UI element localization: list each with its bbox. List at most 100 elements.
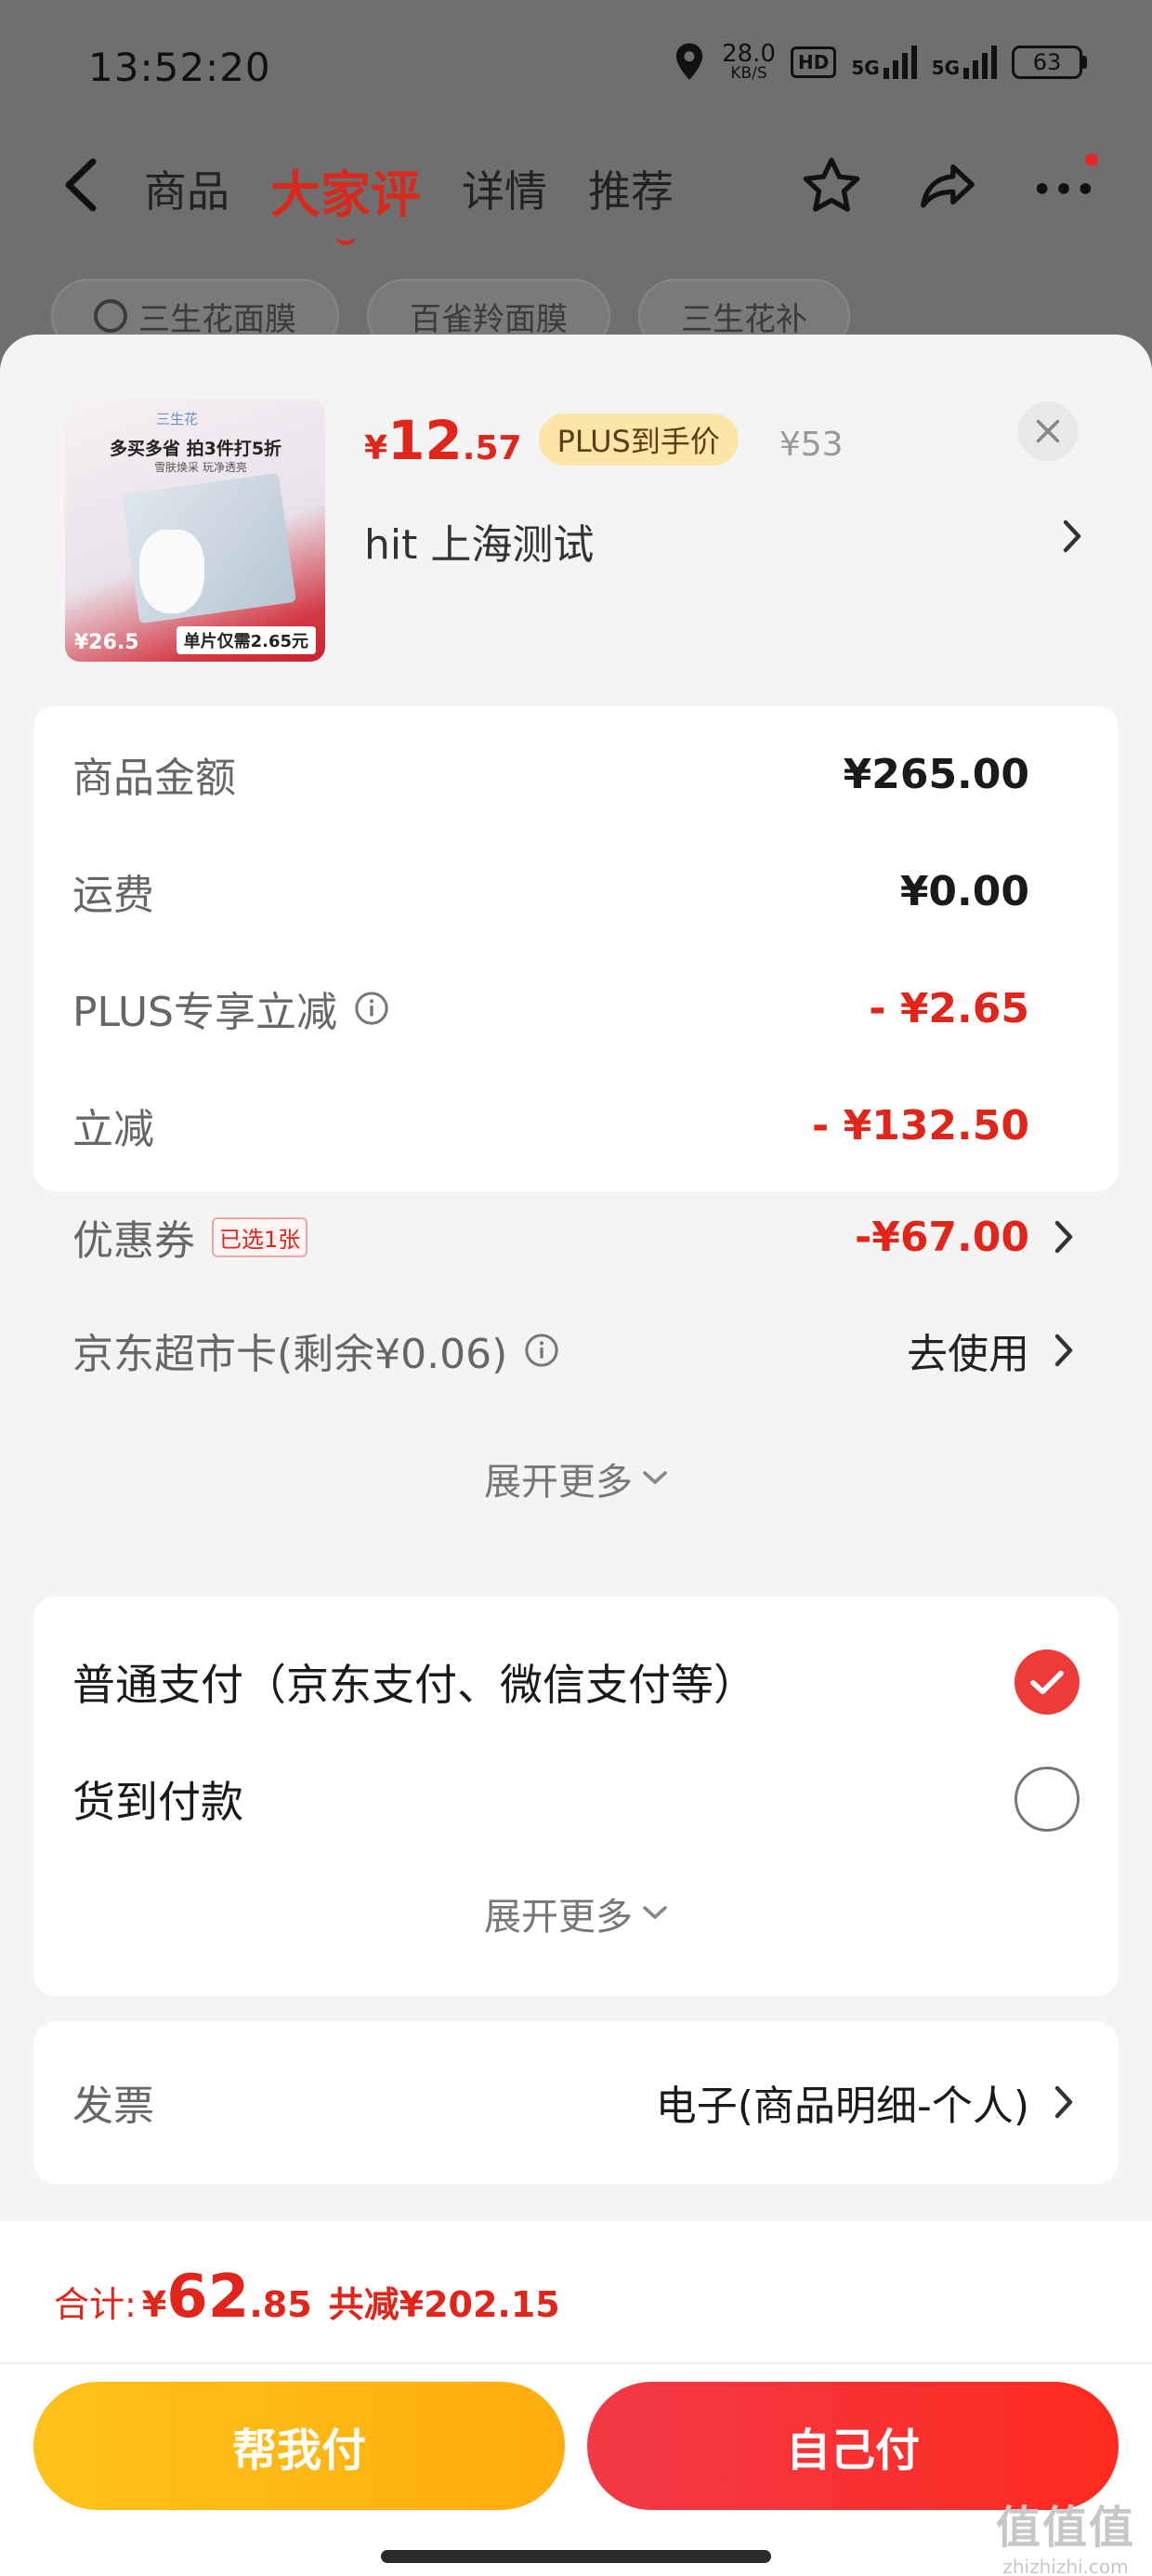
chip-label: 百雀羚面膜	[410, 300, 568, 338]
total-decimal: .85	[249, 2284, 312, 2325]
thumb-brand: 三生花	[156, 411, 199, 427]
search-icon	[94, 299, 127, 333]
invoice-label: 发票	[72, 2083, 154, 2130]
row-supermarket-card[interactable]: 京东超市卡(剩余¥0.06) 去使用	[72, 1318, 1074, 1383]
payment-method-card: 普通支付（京东支付、微信支付等） 货到付款 展开更多	[33, 1597, 1119, 1996]
original-price: ¥53	[779, 426, 844, 464]
row-label-wrap: PLUS专享立减	[72, 979, 389, 1038]
chevron-down-icon	[643, 1471, 667, 1485]
home-indicator[interactable]	[381, 2550, 771, 2563]
row-goods-amount: 商品金额 ¥265.00	[72, 742, 1074, 807]
radio-checked-icon[interactable]	[1015, 1649, 1080, 1715]
price-row: ¥ 12 .57 PLUS到手价 ¥53	[364, 409, 844, 473]
info-icon[interactable]	[354, 991, 389, 1026]
product-thumbnail[interactable]: 三生花 多买多省 拍3件打5折 雪肤焕采 玩净透亮 ¥26.5 单片仅需2.65…	[65, 400, 325, 662]
tab-product[interactable]: 商品	[144, 158, 229, 231]
row-label: 立减	[72, 1106, 154, 1153]
signal-bars-icon	[963, 46, 997, 79]
chip-label: 三生花面膜	[138, 300, 296, 338]
row-label: 京东超市卡(剩余¥0.06)	[72, 1331, 508, 1378]
total-integer: 62	[166, 2263, 250, 2332]
net-label-2: 5G	[931, 57, 960, 79]
battery-level: 63	[1012, 46, 1082, 79]
more-menu-button[interactable]	[1031, 153, 1098, 218]
favorite-star-icon[interactable]	[799, 153, 864, 218]
total-symbol: ¥	[141, 2284, 167, 2325]
network-speed: 28.0 KB/S	[722, 40, 776, 83]
row-value: - ¥132.50	[812, 1101, 1029, 1150]
tab-reviews[interactable]: 大家评	[270, 153, 421, 245]
nav-tabs: 商品 大家评 详情 推荐	[144, 158, 674, 245]
site-watermark: 值值值 zhizhizhi.com	[996, 2491, 1135, 2576]
address-selector[interactable]: hit 上海测试	[364, 511, 1089, 571]
pay-option-label: 货到付款	[72, 1777, 243, 1827]
chevron-right-icon	[1054, 1333, 1074, 1368]
expand-label: 展开更多	[484, 1461, 633, 1504]
invoice-row[interactable]: 发票 电子(商品明细-个人)	[72, 2070, 1074, 2135]
battery-icon: 63	[1012, 46, 1087, 79]
row-label-wrap: 京东超市卡(剩余¥0.06)	[72, 1321, 559, 1380]
nav-actions	[799, 153, 1098, 218]
row-label: PLUS专享立减	[72, 989, 337, 1036]
close-button[interactable]	[1018, 401, 1078, 461]
thumb-note: 单片仅需2.65元	[176, 626, 316, 654]
pay-option-cod[interactable]: 货到付款	[72, 1762, 1080, 1836]
pay-option-normal[interactable]: 普通支付（京东支付、微信支付等）	[72, 1645, 1080, 1719]
row-value: ¥265.00	[843, 750, 1029, 798]
info-icon[interactable]	[524, 1333, 559, 1368]
product-nav-bar: 商品 大家评 详情 推荐	[0, 139, 1152, 245]
row-coupon[interactable]: 优惠券 已选1张 -¥67.00	[72, 1204, 1074, 1269]
row-label-wrap: 优惠券 已选1张	[72, 1207, 308, 1267]
notification-dot	[1085, 153, 1098, 166]
row-label: 运费	[72, 872, 154, 919]
invoice-card[interactable]: 发票 电子(商品明细-个人)	[33, 2021, 1119, 2184]
price-symbol: ¥	[364, 429, 388, 467]
thumb-promo: 多买多省 拍3件打5折	[110, 439, 282, 459]
tab-details[interactable]: 详情	[462, 158, 547, 231]
watermark-logo: 值值值	[995, 2502, 1135, 2554]
status-time: 13:52:20	[88, 45, 271, 90]
watermark-url: zhizhizhi.com	[1002, 2556, 1129, 2576]
speed-value: 28.0	[722, 40, 776, 68]
tab-recommend[interactable]: 推荐	[588, 158, 674, 231]
row-value: -¥67.00	[854, 1213, 1029, 1261]
signal-1: 5G	[851, 46, 917, 79]
row-value-wrap: -¥67.00	[855, 1214, 1074, 1261]
chevron-right-icon[interactable]	[1062, 519, 1082, 554]
total-line: 合计: ¥ 62 .85 共减¥202.15	[54, 2263, 560, 2332]
invoice-value: 电子(商品明细-个人)	[655, 2083, 1029, 2130]
total-saved: 共减¥202.15	[328, 2284, 560, 2325]
status-bar: 13:52:20 28.0 KB/S HD 5G 5G 63	[0, 0, 1152, 139]
row-instant-discount: 立减 - ¥132.50	[72, 1093, 1074, 1158]
radio-unchecked-icon[interactable]	[1015, 1767, 1080, 1832]
help-me-pay-button[interactable]: 帮我付	[33, 2382, 565, 2510]
expand-more-payment[interactable]: 展开更多	[33, 1886, 1119, 1940]
invoice-value-wrap: 电子(商品明细-个人)	[656, 2072, 1074, 2132]
row-plus-discount: PLUS专享立减 - ¥2.65	[72, 976, 1074, 1041]
share-icon[interactable]	[915, 153, 980, 218]
close-icon	[1036, 419, 1060, 443]
thumb-price: ¥26.5	[74, 631, 139, 654]
expand-label: 展开更多	[484, 1896, 633, 1939]
thumb-promo-sub: 雪肤焕采 玩净透亮	[154, 461, 247, 474]
expand-more-summary[interactable]: 展开更多	[33, 1452, 1119, 1505]
back-icon[interactable]	[58, 156, 104, 214]
address-text: hit 上海测试	[364, 521, 595, 569]
checkout-bottom-bar: 合计: ¥ 62 .85 共减¥202.15 帮我付 自己付 值值值 zhizh…	[0, 2221, 1152, 2576]
row-label: 商品金额	[72, 755, 236, 802]
row-label: 优惠券	[72, 1217, 195, 1265]
location-icon	[672, 42, 707, 83]
row-value: ¥0.00	[899, 867, 1029, 915]
speed-unit: KB/S	[730, 64, 767, 83]
net-label-1: 5G	[851, 57, 880, 79]
price-decimal: .57	[462, 429, 522, 467]
coupon-selected-tag: 已选1张	[212, 1216, 308, 1257]
use-card-link[interactable]: 去使用	[907, 1321, 1029, 1380]
chevron-down-icon	[643, 1906, 667, 1920]
row-value-wrap: 去使用	[907, 1321, 1074, 1380]
divider	[0, 2362, 1152, 2364]
chip-label: 三生花补	[681, 300, 807, 338]
face-mask-image	[139, 530, 204, 613]
price-integer: 12	[387, 409, 463, 472]
pay-option-label: 普通支付（京东支付、微信支付等）	[72, 1660, 756, 1710]
